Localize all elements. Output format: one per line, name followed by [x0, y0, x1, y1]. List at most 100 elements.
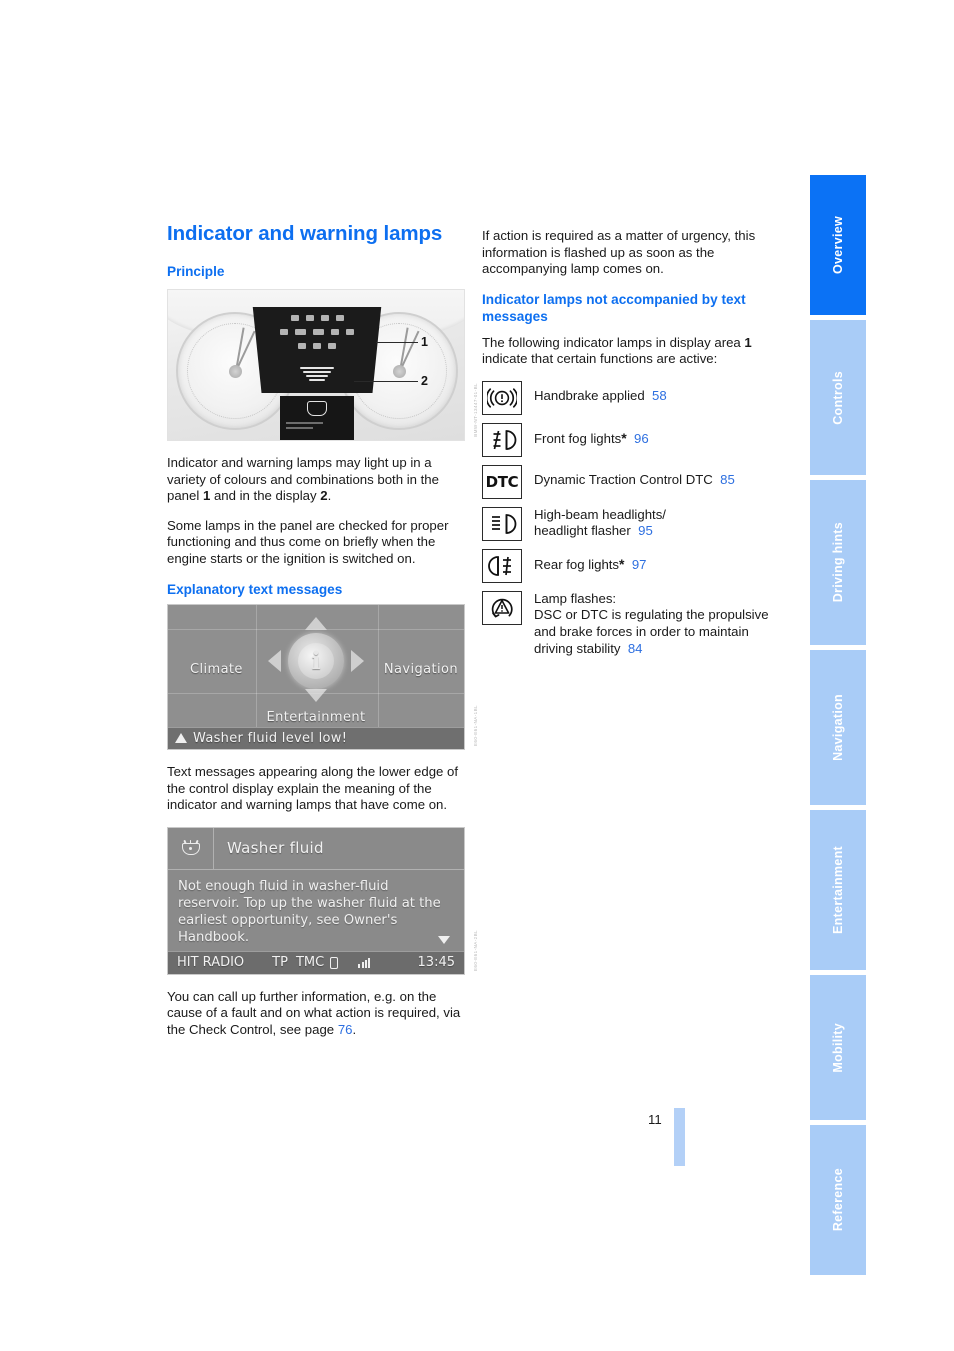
dtc-icon-label: DTC	[485, 472, 519, 491]
sidebar-tab-label: Overview	[831, 216, 845, 274]
callout-leader-line	[354, 380, 418, 382]
idrive-menu-entertainment[interactable]: Entertainment	[266, 710, 365, 725]
page-reference[interactable]: 95	[638, 523, 653, 538]
callout-leader-line	[376, 341, 418, 343]
arrow-right-icon	[351, 649, 364, 672]
paragraph-lamp-check: Some lamps in the panel are checked for …	[167, 517, 449, 566]
lamp-label: Dynamic Traction Control DTC 85	[534, 465, 735, 489]
page-reference[interactable]: 58	[652, 388, 667, 403]
callout-number-1: 1	[421, 334, 428, 349]
figure-instrument-cluster: 1 2 BMW-NT-13447-01-BL	[167, 288, 478, 441]
indicator-lamp	[335, 314, 344, 321]
text-run: You can call up further information, e.g…	[167, 988, 461, 1037]
sidebar-tab-reference[interactable]: Reference	[810, 1125, 866, 1275]
dial-hub	[393, 364, 406, 378]
indicator-lamp	[331, 328, 339, 335]
indicator-lamp	[305, 314, 314, 321]
rear-fog-lamp-icon	[482, 548, 522, 583]
text-run: indicate that certain functions are acti…	[482, 351, 718, 367]
figure-edge-caption: E60-E61-NA-1BL	[473, 704, 478, 746]
heading-lamps-without-text-messages: Indicator lamps not accompanied by text …	[482, 291, 746, 325]
paragraph-check-control: You can call up further information, e.g…	[167, 989, 467, 1039]
dsc-warning-icon	[482, 590, 522, 625]
sidebar-tab-label: Controls	[831, 370, 845, 425]
clock-time: 13:45	[417, 955, 455, 971]
sidebar-tab-mobility[interactable]: Mobility	[810, 975, 866, 1120]
onboard-display-area	[280, 395, 354, 440]
tp-indicator: TP	[272, 955, 288, 971]
indicator-lamp	[295, 328, 306, 335]
text-run: The following indicator lamps in display…	[482, 334, 745, 350]
page-reference[interactable]: 96	[634, 431, 649, 446]
left-column: Indicator and warning lamps Principle 1 …	[167, 222, 478, 1039]
sidebar-tab-label: Entertainment	[831, 846, 845, 934]
right-column: If action is required as a matter of urg…	[482, 228, 782, 665]
lamp-label-text: Handbrake applied	[534, 387, 645, 403]
message-title: Washer fluid	[227, 839, 324, 858]
text-run: and in the display	[210, 488, 321, 504]
text-run: .	[327, 488, 332, 504]
paragraph-text-messages: Text messages appearing along the lower …	[167, 763, 459, 813]
arrow-left-icon	[268, 649, 281, 672]
heading-explanatory-text-messages: Explanatory text messages	[167, 581, 343, 597]
lamp-label-text-line2: DSC or DTC is regulating the propulsive …	[534, 607, 769, 656]
scroll-down-caret-icon[interactable]	[438, 935, 450, 944]
tmc-indicator: TMC	[295, 955, 325, 971]
lamp-row	[253, 314, 381, 321]
lamp-label: Front fog lights* 96	[534, 423, 649, 448]
indicator-lamp-list: Handbrake applied 58 Front fog lights* 9…	[482, 380, 782, 657]
sidebar-tab-label: Driving hints	[831, 522, 845, 603]
dtc-icon: DTC	[482, 464, 522, 499]
figure-edge-caption: BMW-NT-13447-01-BL	[473, 383, 478, 437]
indicator-lamp	[313, 328, 324, 335]
callout-number-2: 2	[421, 373, 428, 388]
indicator-lamp	[328, 342, 336, 349]
phone-icon	[330, 956, 339, 969]
page-title: Indicator and warning lamps	[167, 222, 443, 245]
display-text-lines	[286, 421, 348, 432]
lamp-label: Lamp flashes: DSC or DTC is regulating th…	[534, 591, 782, 657]
washer-fluid-icon	[307, 400, 327, 416]
idrive-menu-navigation[interactable]: Navigation	[384, 662, 458, 677]
arrow-down-icon	[305, 688, 327, 702]
sidebar-tab-label: Navigation	[831, 694, 845, 761]
sidebar-tab-overview[interactable]: Overview	[810, 175, 866, 315]
display-ref-2: 2	[320, 488, 328, 504]
paragraph-urgent-action: If action is required as a matter of urg…	[482, 228, 756, 277]
indicator-lamp	[290, 314, 299, 321]
page-reference[interactable]: 84	[628, 641, 643, 656]
lamp-list-item-front-fog: Front fog lights* 96	[482, 422, 782, 457]
lamp-label-text: Lamp flashes:	[534, 590, 617, 606]
sidebar-tab-entertainment[interactable]: Entertainment	[810, 810, 866, 970]
indicator-lamp	[298, 342, 306, 349]
optional-equipment-asterisk: *	[619, 555, 625, 572]
indicator-lamp	[280, 328, 288, 335]
lamp-row	[253, 328, 381, 335]
lamp-label-text: Dynamic Traction Control DTC	[534, 471, 713, 487]
page-reference[interactable]: 97	[632, 557, 647, 572]
sidebar-tab-label: Mobility	[831, 1022, 845, 1073]
sidebar-tab-navigation[interactable]: Navigation	[810, 650, 866, 805]
lamp-list-item-dsc: Lamp flashes: DSC or DTC is regulating th…	[482, 590, 782, 657]
idrive-menu-climate[interactable]: Climate	[190, 662, 243, 677]
radio-station-label: HIT RADIO	[177, 955, 245, 971]
lamp-label-text-line2: headlight flasher	[534, 523, 631, 539]
section-tab-strip: Overview Controls Driving hints Navigati…	[810, 175, 866, 1275]
message-icon-cell	[168, 827, 214, 869]
page-reference-76[interactable]: 76	[338, 1022, 353, 1037]
lamp-trapezoid-graphic	[297, 365, 337, 387]
sidebar-tab-driving-hints[interactable]: Driving hints	[810, 480, 866, 645]
manual-page: Overview Controls Driving hints Navigati…	[0, 0, 954, 1351]
figure-idrive-menu: i Climate Navigation Entertainment Washe…	[167, 603, 478, 750]
page-number: 11	[648, 1112, 662, 1127]
warning-triangle-icon	[175, 733, 187, 744]
high-beam-icon	[482, 506, 522, 541]
lamp-label: Handbrake applied 58	[534, 381, 667, 405]
lamp-label-text: Front fog lights	[534, 430, 622, 446]
figure-edge-caption: E60-E61-NA-2BL	[473, 929, 478, 971]
idrive-control-display-image: i Climate Navigation Entertainment Washe…	[167, 603, 465, 750]
handbrake-icon	[482, 380, 522, 415]
page-reference[interactable]: 85	[720, 472, 735, 487]
sidebar-tab-controls[interactable]: Controls	[810, 320, 866, 475]
arrow-up-icon	[305, 616, 327, 630]
